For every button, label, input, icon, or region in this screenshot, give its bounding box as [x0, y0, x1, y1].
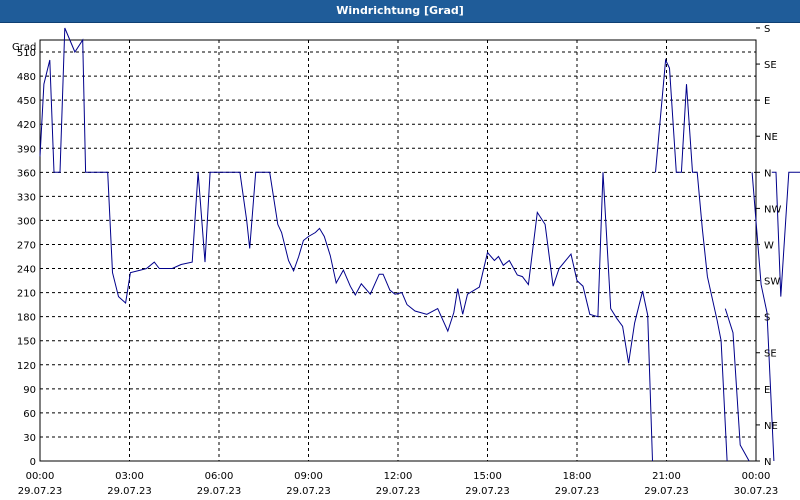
right-axis: N NE E SE S SW W NW N NE E SE S: [756, 24, 781, 468]
x-tick-date-label: 29.07.23: [286, 486, 331, 497]
wind-direction-chart: Grad 03060901201501802102402703003303603…: [12, 24, 800, 497]
compass-label: SE: [764, 60, 777, 71]
x-axis: 00:00 29.07.23 03:00 29.07.23 06:00 29.07.23 0…: [18, 471, 779, 497]
compass-label: NE: [764, 421, 778, 432]
y-tick-label: 330: [17, 192, 36, 203]
y-tick-label: 270: [17, 240, 36, 251]
compass-label: N: [764, 457, 771, 468]
y-tick-label: 360: [17, 168, 36, 179]
x-tick-date-label: 29.07.23: [18, 486, 63, 497]
y-tick-label: 30: [23, 433, 36, 444]
y-tick-label: 60: [23, 409, 36, 420]
compass-label: NE: [764, 132, 778, 143]
compass-label: W: [764, 240, 774, 251]
compass-label: S: [764, 313, 770, 324]
y-tick-label: 150: [17, 337, 36, 348]
x-tick-time-label: 06:00: [205, 471, 234, 482]
y-tick-label: 180: [17, 313, 36, 324]
x-tick-time-label: 15:00: [473, 471, 502, 482]
compass-label: N: [764, 168, 771, 179]
y-tick-label: 300: [17, 216, 36, 227]
x-tick-time-label: 18:00: [563, 471, 592, 482]
x-tick-time-label: 03:00: [115, 471, 144, 482]
compass-label: S: [764, 24, 770, 35]
y-tick-label: 510: [17, 48, 36, 59]
x-tick-date-label: 29.07.23: [555, 486, 600, 497]
compass-label: E: [764, 96, 770, 107]
x-tick-time-label: 00:00: [742, 471, 771, 482]
x-tick-date-label: 29.07.23: [197, 486, 242, 497]
x-tick-time-label: 00:00: [26, 471, 55, 482]
y-tick-label: 480: [17, 72, 36, 83]
y-tick-label: 420: [17, 120, 36, 131]
compass-label: NW: [764, 204, 781, 215]
x-tick-date-label: 29.07.23: [465, 486, 510, 497]
x-tick-date-label: 29.07.23: [107, 486, 152, 497]
x-tick-date-label: 29.07.23: [376, 486, 421, 497]
y-tick-label: 210: [17, 289, 36, 300]
compass-label: SW: [764, 277, 780, 288]
x-tick-time-label: 09:00: [294, 471, 323, 482]
y-tick-label: 240: [17, 265, 36, 276]
x-tick-time-label: 21:00: [652, 471, 681, 482]
y-tick-label: 390: [17, 144, 36, 155]
x-tick-time-label: 12:00: [384, 471, 413, 482]
y-tick-label: 450: [17, 96, 36, 107]
x-tick-date-label: 29.07.23: [644, 486, 689, 497]
y-tick-label: 90: [23, 385, 36, 396]
y-tick-label: 120: [17, 361, 36, 372]
compass-label: SE: [764, 349, 777, 360]
left-axis: 0 30 60 90 120 150 180 210 240 270 300 330 360 390 420…: [17, 48, 36, 468]
compass-label: E: [764, 385, 770, 396]
x-tick-date-label: 30.07.23: [734, 486, 779, 497]
y-tick-label: 0: [30, 457, 36, 468]
